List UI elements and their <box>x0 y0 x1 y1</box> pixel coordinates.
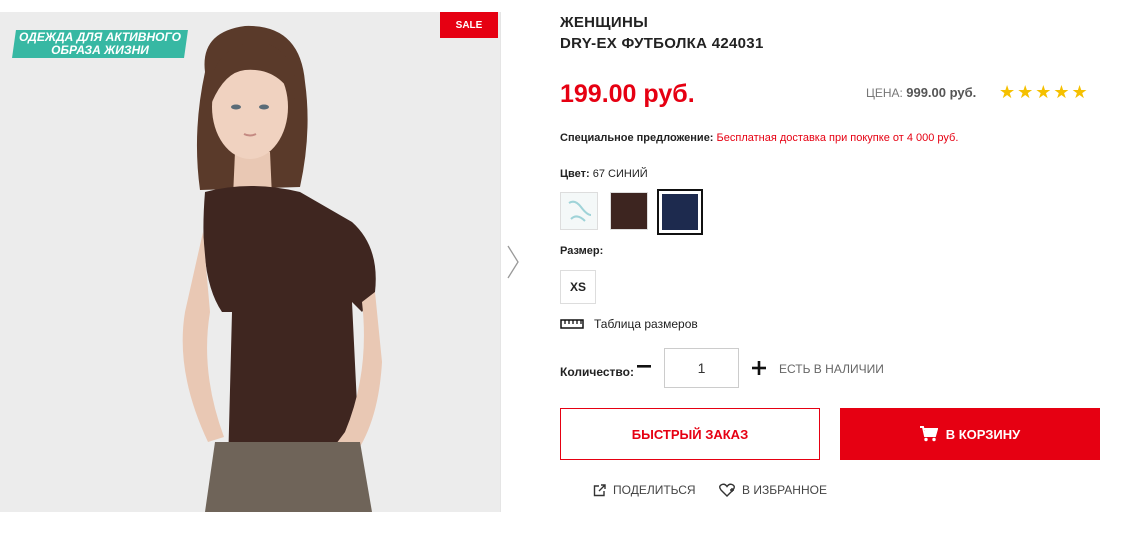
ruler-icon <box>560 319 584 329</box>
old-price-label: ЦЕНА: <box>866 86 903 100</box>
add-to-cart-label: В КОРЗИНУ <box>945 426 1021 442</box>
product-price: 199.00 руб. <box>560 80 695 108</box>
color-line: Цвет: 67 СИНИЙ <box>560 168 648 180</box>
color-swatch-navy[interactable] <box>657 189 703 235</box>
quick-order-label: БЫСТРЫЙ ЗАКАЗ <box>631 426 749 442</box>
product-category: ЖЕНЩИНЫ <box>560 14 649 31</box>
color-swatch-brown[interactable] <box>610 192 648 230</box>
special-offer: Специальное предложение: Бесплатная дост… <box>560 132 958 144</box>
rating-stars[interactable]: ★★★★★ <box>999 82 1090 103</box>
promo-text: ОДЕЖДА ДЛЯ АКТИВНОГО ОБРАЗА ЖИЗНИ <box>14 30 186 57</box>
share-icon <box>593 483 606 496</box>
color-label: Цвет: <box>560 168 590 180</box>
color-swatch-white[interactable] <box>560 192 598 230</box>
special-offer-value: Бесплатная доставка при покупке от 4 000… <box>716 132 959 144</box>
old-price: ЦЕНА: 999.00 руб. <box>866 85 976 100</box>
quantity-label: Количество: <box>560 365 634 379</box>
heart-plus-icon <box>719 483 735 497</box>
sale-badge: SALE <box>440 12 498 38</box>
size-label: Размер: <box>560 245 604 257</box>
share-label: ПОДЕЛИТЬСЯ <box>613 483 696 497</box>
quantity-input[interactable] <box>664 348 739 388</box>
favorite-button[interactable]: В ИЗБРАННОЕ <box>719 483 827 497</box>
model-illustration <box>0 12 500 512</box>
quick-order-button[interactable]: БЫСТРЫЙ ЗАКАЗ <box>560 408 820 460</box>
size-table-link[interactable]: Таблица размеров <box>560 317 698 331</box>
cart-icon <box>919 426 938 442</box>
product-photo[interactable] <box>0 12 501 512</box>
minus-icon[interactable] <box>636 358 652 374</box>
chevron-right-icon[interactable] <box>506 244 520 280</box>
plus-icon[interactable] <box>751 360 767 376</box>
product-title: DRY-EX ФУТБОЛКА 424031 <box>560 35 764 52</box>
stock-status: ЕСТЬ В НАЛИЧИИ <box>779 362 884 376</box>
size-option-xs[interactable]: XS <box>560 270 596 304</box>
add-to-cart-button[interactable]: В КОРЗИНУ <box>840 408 1100 460</box>
color-selected: 67 СИНИЙ <box>592 168 648 180</box>
special-offer-label: Специальное предложение: <box>560 132 714 144</box>
old-price-value: 999.00 руб. <box>906 85 977 100</box>
size-table-label: Таблица размеров <box>594 317 698 331</box>
favorite-label: В ИЗБРАННОЕ <box>742 483 827 497</box>
share-button[interactable]: ПОДЕЛИТЬСЯ <box>593 483 696 497</box>
promo-line-2: ОБРАЗА ЖИЗНИ <box>51 43 149 57</box>
